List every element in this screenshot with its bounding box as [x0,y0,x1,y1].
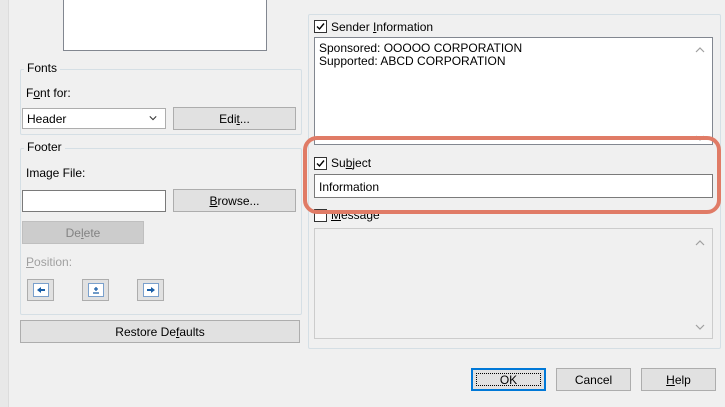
footer-group-title: Footer [24,140,65,154]
delete-button[interactable]: Delete [22,221,144,244]
preview-box [63,0,267,51]
focus-rect [476,373,541,386]
position-center-button[interactable] [82,279,109,301]
center-align-icon [92,287,99,294]
font-for-select[interactable]: Header [22,108,166,129]
scroll-up-icon[interactable] [695,239,705,247]
image-file-input[interactable] [22,190,166,212]
message-textarea[interactable] [314,228,713,339]
arrow-left-icon [36,287,45,293]
help-button[interactable]: Help [641,368,716,391]
font-for-label: Font for: [26,86,71,100]
edit-font-button[interactable]: Edit... [173,107,296,130]
check-icon [316,23,325,31]
ok-button[interactable]: OK [471,368,546,391]
browse-button[interactable]: Browse... [173,189,296,212]
scroll-up-icon[interactable] [695,46,705,54]
sender-line-2: Supported: ABCD CORPORATION [319,54,506,68]
sender-information-textarea[interactable]: Sponsored: OOOOO CORPORATION Supported: … [314,37,713,145]
sender-line-1: Sponsored: OOOOO CORPORATION [319,41,523,55]
chevron-down-icon [149,116,157,121]
font-for-select-value: Header [27,111,67,126]
image-file-label: Image File: [26,166,86,180]
position-label: Position: [26,255,73,269]
restore-defaults-button[interactable]: Restore Defaults [20,320,300,343]
position-right-button[interactable] [137,279,164,301]
fonts-group-title: Fonts [24,61,61,75]
arrow-right-icon [146,287,155,293]
sender-information-label[interactable]: Sender Information [331,20,433,34]
cancel-button[interactable]: Cancel [556,368,631,391]
scroll-down-icon[interactable] [695,323,705,331]
window-left-edge [0,0,9,407]
sender-information-checkbox[interactable] [314,20,327,33]
position-left-button[interactable] [27,279,54,301]
subject-highlight [303,136,721,214]
